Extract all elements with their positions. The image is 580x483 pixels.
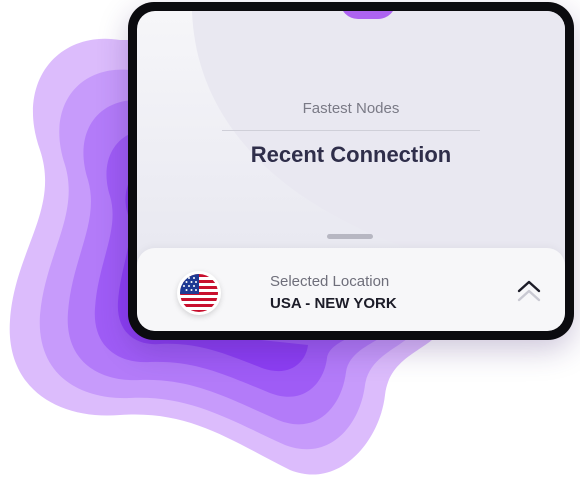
selected-location-value: USA - NEW YORK — [270, 295, 397, 312]
chevron-up-icon[interactable] — [516, 279, 542, 307]
illustration-stage: Fastest Nodes Recent Connection Selected… — [0, 0, 580, 483]
tablet-device: Fastest Nodes Recent Connection Selected… — [128, 2, 574, 340]
app-screen: Fastest Nodes Recent Connection Selected… — [137, 11, 565, 331]
selected-location-panel[interactable]: Selected Location USA - NEW YORK — [137, 248, 565, 331]
section-divider — [222, 130, 480, 131]
us-flag-icon — [177, 271, 221, 315]
selected-location-label: Selected Location — [270, 273, 390, 290]
fastest-nodes-label[interactable]: Fastest Nodes — [137, 100, 565, 117]
recent-connection-title: Recent Connection — [250, 142, 452, 167]
drag-handle[interactable] — [327, 234, 373, 239]
